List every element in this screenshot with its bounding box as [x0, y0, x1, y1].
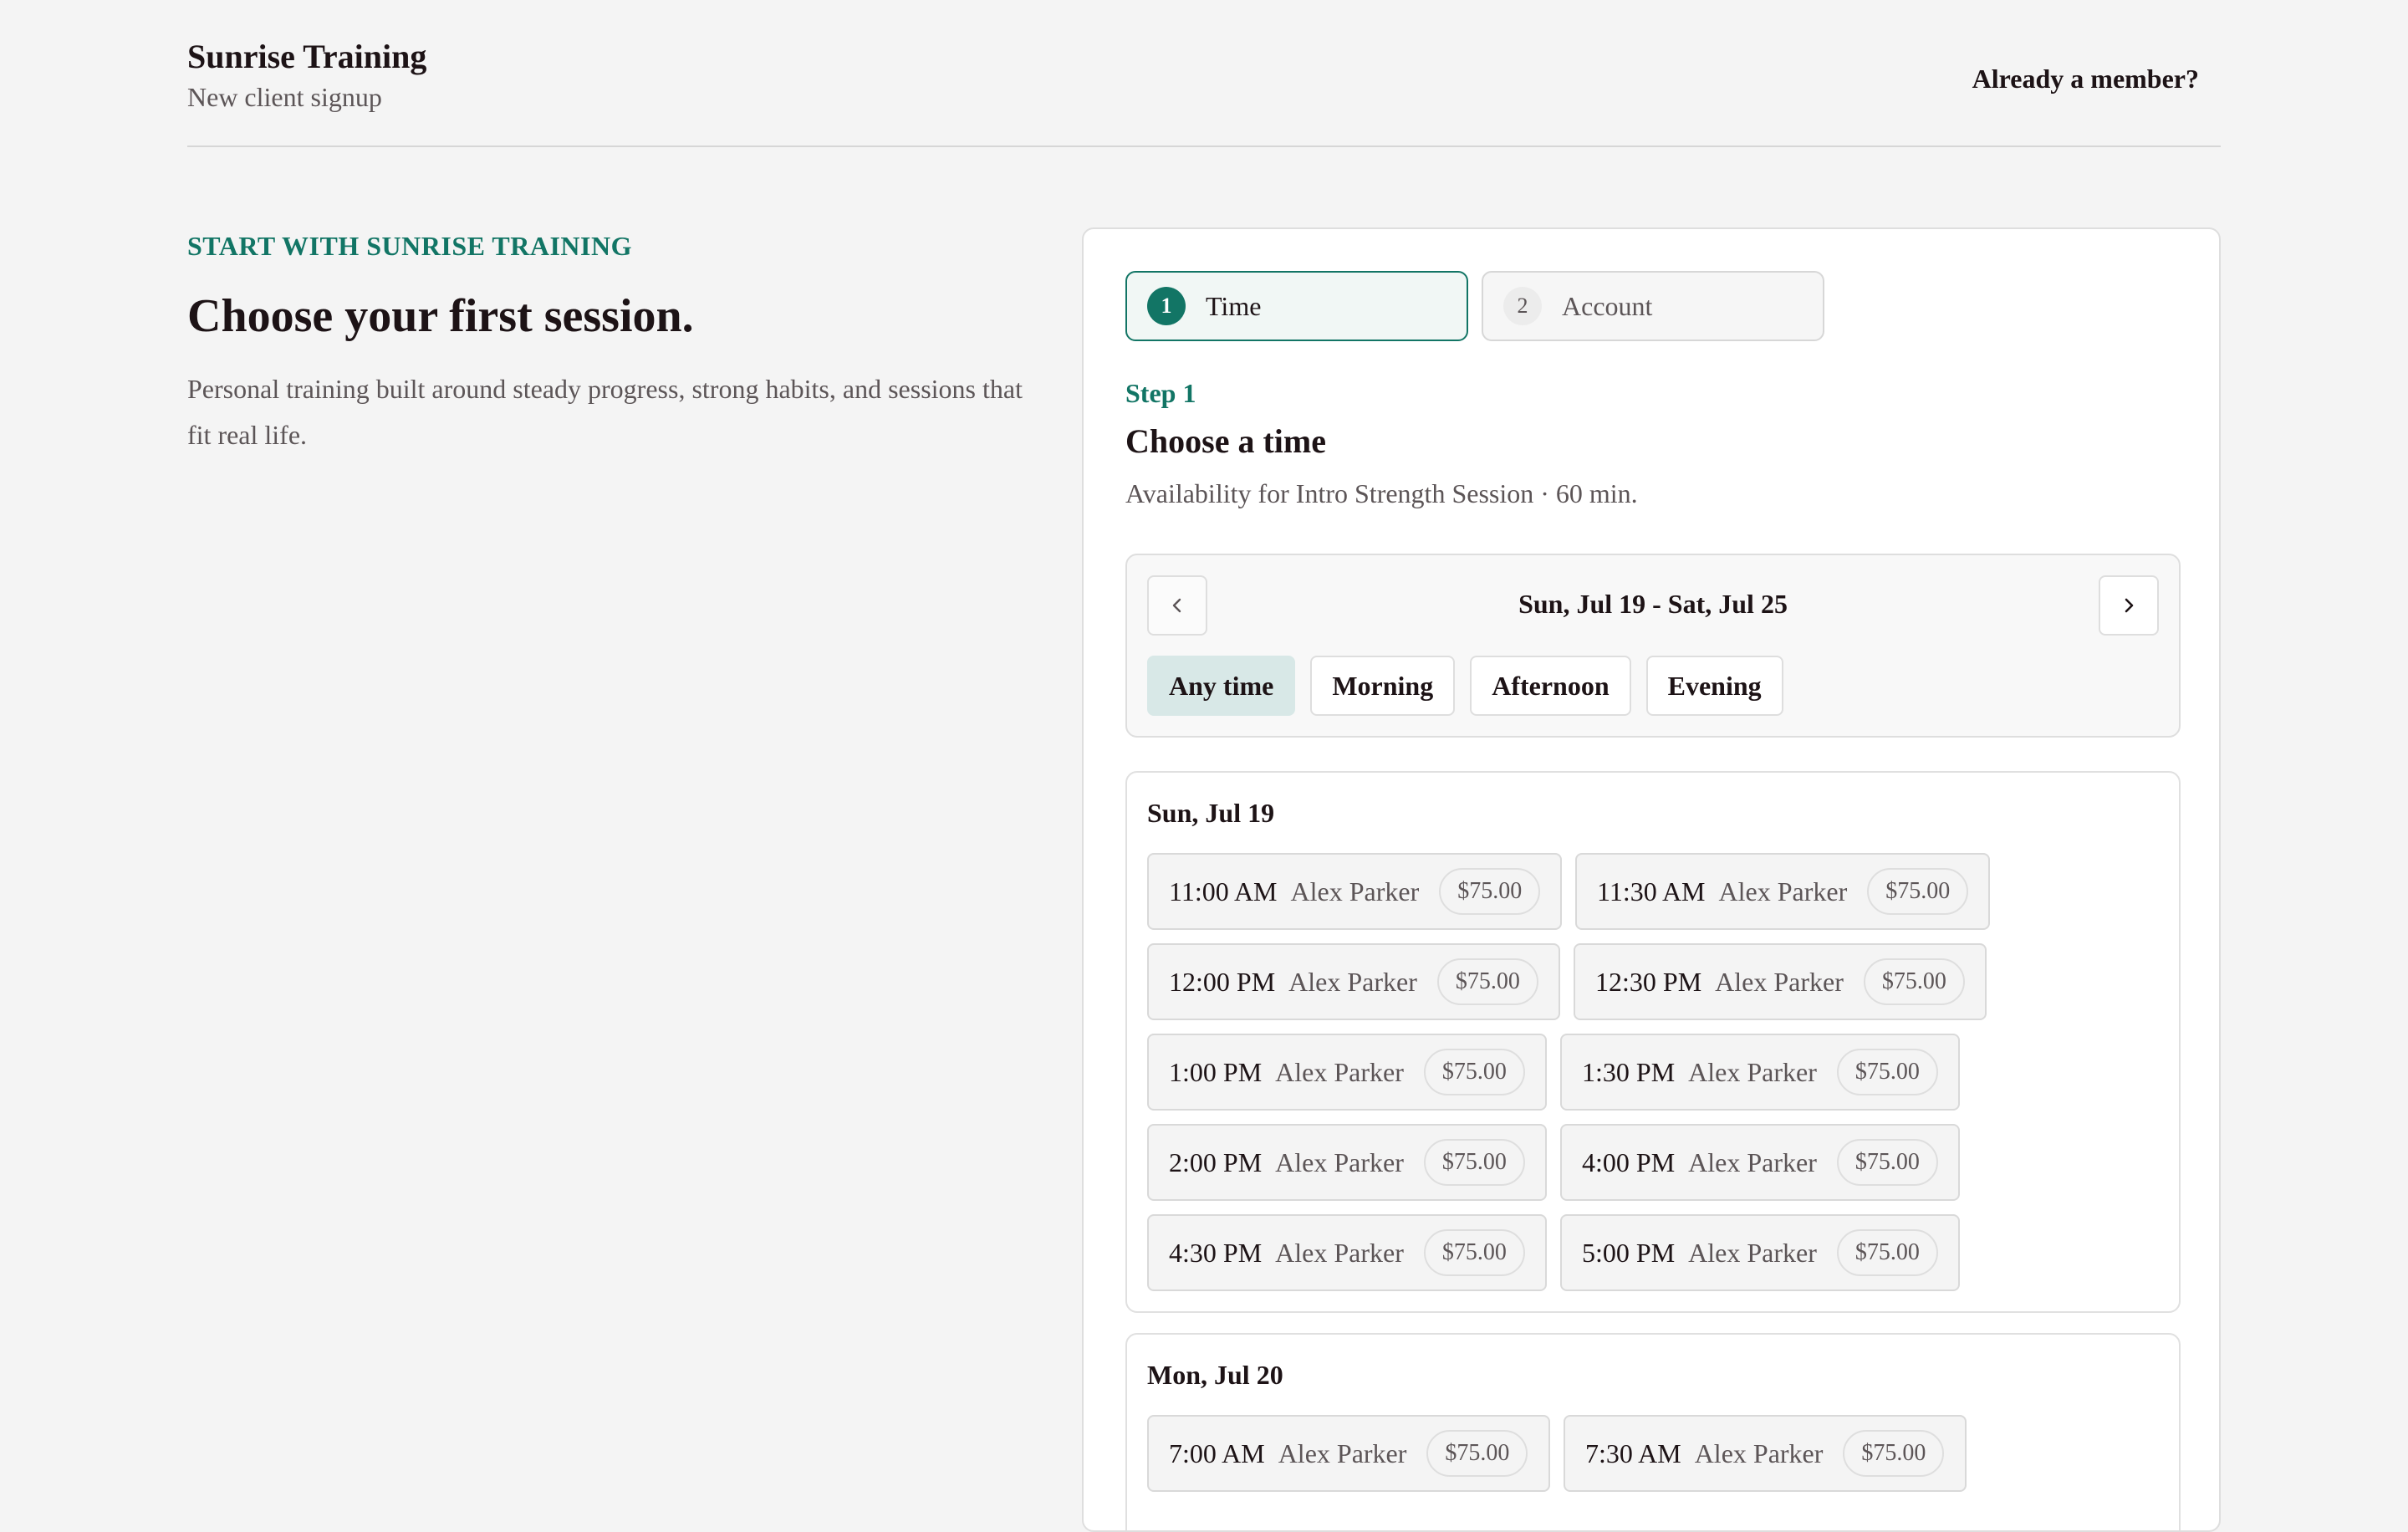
- filter-any-time[interactable]: Any time: [1147, 656, 1296, 716]
- slot-price-badge: $75.00: [1863, 958, 1965, 1005]
- brand-name: Sunrise Training: [187, 38, 427, 75]
- slot-time: 5:00 PM: [1582, 1237, 1676, 1268]
- slot-trainer: Alex Parker: [1688, 1237, 1817, 1268]
- step-number: 2: [1503, 287, 1542, 325]
- time-slot[interactable]: 5:00 PM Alex Parker $75.00: [1560, 1214, 1960, 1291]
- slot-price-badge: $75.00: [1423, 1049, 1525, 1095]
- step-tab-time[interactable]: 1 Time: [1125, 271, 1468, 341]
- time-slot[interactable]: 2:00 PM Alex Parker $75.00: [1147, 1124, 1547, 1201]
- slot-trainer: Alex Parker: [1688, 1056, 1817, 1087]
- step-tab-account[interactable]: 2 Account: [1482, 271, 1824, 341]
- week-range: Sun, Jul 19 - Sat, Jul 25: [1518, 589, 1788, 619]
- intro-eyebrow: START WITH SUNRISE TRAINING: [187, 231, 632, 261]
- slot-price-badge: $75.00: [1867, 868, 1969, 915]
- slot-trainer: Alex Parker: [1718, 876, 1848, 906]
- slot-trainer: Alex Parker: [1275, 1146, 1404, 1177]
- slot-trainer: Alex Parker: [1694, 1438, 1824, 1468]
- step-description: Availability for Intro Strength Session …: [1125, 478, 1638, 508]
- day-panel-mon-jul-20: Mon, Jul 20 7:00 AM Alex Parker $75.00 7…: [1125, 1333, 2181, 1530]
- day-title: Mon, Jul 20: [1147, 1360, 1283, 1390]
- slot-trainer: Alex Parker: [1275, 1237, 1404, 1268]
- page-title: Choose your first session.: [187, 290, 694, 342]
- already-member-link[interactable]: Already a member?: [1972, 59, 2199, 99]
- slot-price-badge: $75.00: [1426, 1430, 1528, 1477]
- time-slot[interactable]: 7:30 AM Alex Parker $75.00: [1564, 1415, 1967, 1492]
- step-label: Account: [1562, 290, 1653, 321]
- slot-trainer: Alex Parker: [1288, 966, 1417, 997]
- booking-card: 1 Time 2 Account Step 1 Choose a time Av…: [1082, 227, 2221, 1532]
- slot-time: 1:00 PM: [1169, 1056, 1263, 1087]
- slot-price-badge: $75.00: [1836, 1229, 1938, 1276]
- slot-time: 12:30 PM: [1595, 966, 1702, 997]
- day-title: Sun, Jul 19: [1147, 798, 1275, 828]
- filter-evening[interactable]: Evening: [1645, 656, 1783, 716]
- time-slot[interactable]: 1:00 PM Alex Parker $75.00: [1147, 1034, 1547, 1111]
- time-slot[interactable]: 4:00 PM Alex Parker $75.00: [1560, 1124, 1960, 1201]
- slot-time: 2:00 PM: [1169, 1146, 1263, 1177]
- slot-price-badge: $75.00: [1836, 1139, 1938, 1186]
- step-number: 1: [1147, 287, 1186, 325]
- intro-section: START WITH SUNRISE TRAINING Choose your …: [187, 226, 1040, 458]
- site-header: Sunrise Training New client signup Alrea…: [187, 30, 2221, 147]
- time-slot[interactable]: 4:30 PM Alex Parker $75.00: [1147, 1214, 1547, 1291]
- next-week-button[interactable]: [2099, 575, 2159, 636]
- slot-trainer: Alex Parker: [1715, 966, 1844, 997]
- slot-time: 11:00 AM: [1169, 876, 1278, 906]
- slot-time: 7:30 AM: [1585, 1438, 1681, 1468]
- time-slot[interactable]: 1:30 PM Alex Parker $75.00: [1560, 1034, 1960, 1111]
- slot-trainer: Alex Parker: [1688, 1146, 1817, 1177]
- filter-afternoon[interactable]: Afternoon: [1470, 656, 1631, 716]
- slot-price-badge: $75.00: [1423, 1229, 1525, 1276]
- slot-trainer: Alex Parker: [1278, 1438, 1407, 1468]
- slot-trainer: Alex Parker: [1275, 1056, 1404, 1087]
- time-slot[interactable]: 11:00 AM Alex Parker $75.00: [1147, 853, 1562, 930]
- time-slot[interactable]: 7:00 AM Alex Parker $75.00: [1147, 1415, 1550, 1492]
- step-eyebrow: Step 1: [1125, 378, 1196, 408]
- time-filters: Any time Morning Afternoon Evening: [1147, 656, 1783, 716]
- intro-description: Personal training built around steady pr…: [187, 374, 1023, 450]
- step-label: Time: [1206, 290, 1262, 321]
- time-slot[interactable]: 11:30 AM Alex Parker $75.00: [1575, 853, 1990, 930]
- step-tabs: 1 Time 2 Account: [1125, 271, 1824, 341]
- slot-price-badge: $75.00: [1423, 1139, 1525, 1186]
- slot-price-badge: $75.00: [1439, 868, 1541, 915]
- slot-price-badge: $75.00: [1436, 958, 1538, 1005]
- slot-price-badge: $75.00: [1836, 1049, 1938, 1095]
- day-panel-sun-jul-19: Sun, Jul 19 11:00 AM Alex Parker $75.00 …: [1125, 771, 2181, 1313]
- chevron-right-icon: [2125, 598, 2134, 613]
- time-slot[interactable]: 12:00 PM Alex Parker $75.00: [1147, 943, 1560, 1020]
- time-slot[interactable]: 12:30 PM Alex Parker $75.00: [1574, 943, 1987, 1020]
- slot-time: 1:30 PM: [1582, 1056, 1676, 1087]
- slot-trainer: Alex Parker: [1290, 876, 1420, 906]
- slot-time: 12:00 PM: [1169, 966, 1276, 997]
- filter-morning[interactable]: Morning: [1310, 656, 1456, 716]
- slot-time: 11:30 AM: [1597, 876, 1706, 906]
- slot-time: 7:00 AM: [1169, 1438, 1265, 1468]
- slot-time: 4:00 PM: [1582, 1146, 1676, 1177]
- brand-subtitle: New client signup: [187, 82, 382, 112]
- slot-time: 4:30 PM: [1169, 1237, 1263, 1268]
- slot-price-badge: $75.00: [1843, 1430, 1945, 1477]
- step-title: Choose a time: [1125, 422, 1326, 460]
- week-selector: Sun, Jul 19 - Sat, Jul 25 Any time Morni…: [1125, 554, 2181, 738]
